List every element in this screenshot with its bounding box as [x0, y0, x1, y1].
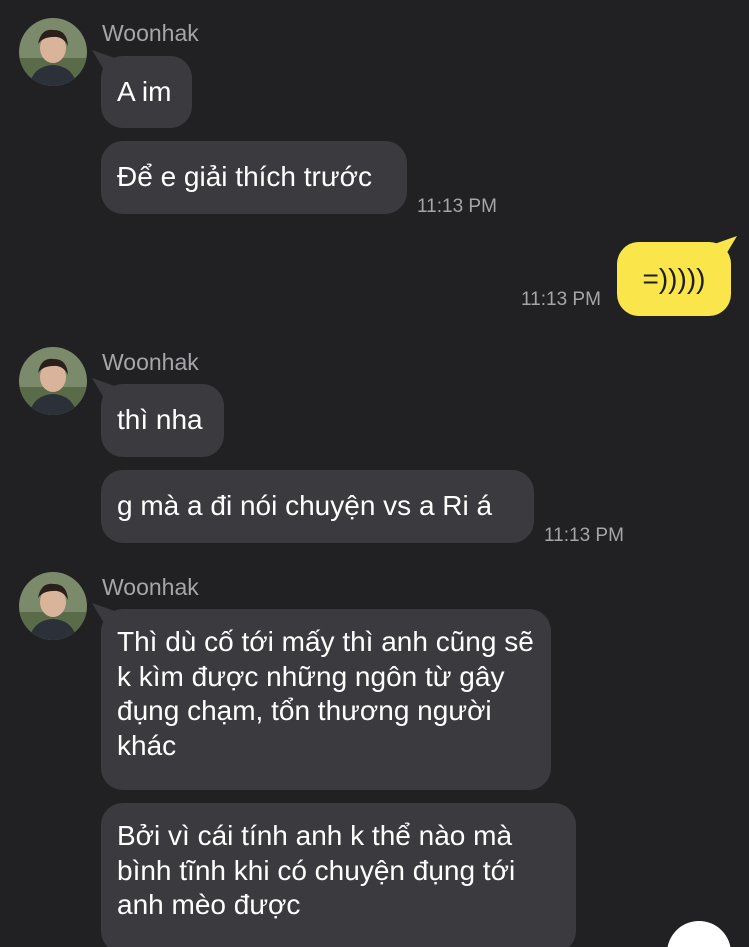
message-bubble[interactable]: thì nha: [101, 384, 224, 457]
avatar[interactable]: [19, 18, 87, 86]
message-text: Thì dù cố tới mấy thì anh cũng sẽ k kìm …: [117, 626, 534, 761]
message-text: =))))): [642, 262, 706, 294]
message-text: Để e giải thích trước: [117, 161, 372, 193]
chat-screen: Woonhak A im Để e giải thích trước 11:13…: [0, 0, 749, 947]
avatar-photo-icon: [19, 572, 87, 640]
message-timestamp: 11:13 PM: [417, 196, 497, 217]
avatar-photo-icon: [19, 18, 87, 86]
message-bubble[interactable]: Bởi vì cái tính anh k thể nào mà bình tĩ…: [101, 803, 576, 947]
message-bubble[interactable]: g mà a đi nói chuyện vs a Ri á: [101, 470, 534, 543]
message-text: Bởi vì cái tính anh k thể nào mà bình tĩ…: [117, 820, 516, 920]
message-text: thì nha: [117, 404, 203, 436]
scroll-down-button[interactable]: [667, 921, 731, 947]
avatar[interactable]: [19, 572, 87, 640]
message-text: g mà a đi nói chuyện vs a Ri á: [117, 490, 493, 522]
message-bubble[interactable]: A im: [101, 56, 192, 128]
message-timestamp: 11:13 PM: [521, 289, 601, 310]
avatar[interactable]: [19, 347, 87, 415]
sender-name: Woonhak: [102, 20, 199, 46]
message-bubble[interactable]: Thì dù cố tới mấy thì anh cũng sẽ k kìm …: [101, 609, 551, 790]
message-text: A im: [117, 75, 172, 107]
sender-name: Woonhak: [102, 574, 199, 600]
message-bubble[interactable]: Để e giải thích trước: [101, 141, 407, 214]
message-timestamp: 11:13 PM: [544, 525, 624, 546]
avatar-photo-icon: [19, 347, 87, 415]
my-message-bubble[interactable]: =))))): [617, 242, 731, 316]
sender-name: Woonhak: [102, 349, 199, 375]
